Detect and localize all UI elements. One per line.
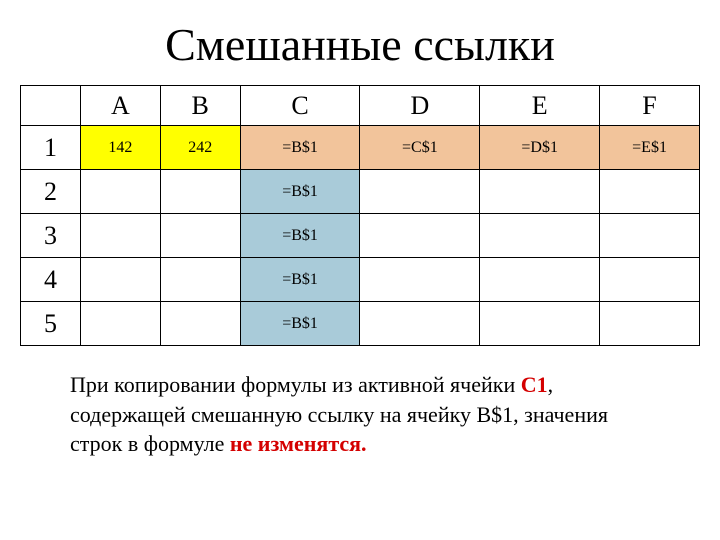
caption-highlight-cell: С1 <box>521 372 548 397</box>
cell-c1: =B$1 <box>240 126 360 170</box>
caption-text: При копировании формулы из активной ячей… <box>70 370 670 459</box>
caption-line-1c: , <box>548 372 554 397</box>
cell-d4 <box>360 258 480 302</box>
cell-f2 <box>600 170 700 214</box>
cell-f4 <box>600 258 700 302</box>
spreadsheet-table: A B C D E F 1 142 242 =B$1 =C$1 =D$1 =E$… <box>20 85 700 346</box>
cell-b1: 242 <box>160 126 240 170</box>
cell-a2 <box>80 170 160 214</box>
cell-a4 <box>80 258 160 302</box>
cell-e1: =D$1 <box>480 126 600 170</box>
cell-a3 <box>80 214 160 258</box>
cell-e3 <box>480 214 600 258</box>
cell-a5 <box>80 302 160 346</box>
row-label-2: 2 <box>21 170 81 214</box>
page-title: Смешанные ссылки <box>20 18 700 71</box>
col-header-b: B <box>160 86 240 126</box>
slide: Смешанные ссылки A B C D E F 1 142 242 =… <box>0 0 720 540</box>
col-header-corner <box>21 86 81 126</box>
row-label-1: 1 <box>21 126 81 170</box>
cell-b4 <box>160 258 240 302</box>
cell-e5 <box>480 302 600 346</box>
cell-c3: =B$1 <box>240 214 360 258</box>
row-label-3: 3 <box>21 214 81 258</box>
cell-e2 <box>480 170 600 214</box>
col-header-f: F <box>600 86 700 126</box>
cell-c2: =B$1 <box>240 170 360 214</box>
table-row: 4 =B$1 <box>21 258 700 302</box>
table-row: 3 =B$1 <box>21 214 700 258</box>
col-header-c: C <box>240 86 360 126</box>
cell-f3 <box>600 214 700 258</box>
cell-e4 <box>480 258 600 302</box>
col-header-e: E <box>480 86 600 126</box>
cell-d3 <box>360 214 480 258</box>
caption-line-1a: При копировании формулы из активной ячей… <box>70 372 521 397</box>
col-header-d: D <box>360 86 480 126</box>
cell-d1: =C$1 <box>360 126 480 170</box>
cell-d2 <box>360 170 480 214</box>
table-row: 1 142 242 =B$1 =C$1 =D$1 =E$1 <box>21 126 700 170</box>
cell-f5 <box>600 302 700 346</box>
caption-line-2: содержащей смешанную ссылку на ячейку B$… <box>70 402 608 427</box>
cell-b2 <box>160 170 240 214</box>
cell-b3 <box>160 214 240 258</box>
col-header-a: A <box>80 86 160 126</box>
row-label-4: 4 <box>21 258 81 302</box>
table-row: 5 =B$1 <box>21 302 700 346</box>
cell-d5 <box>360 302 480 346</box>
cell-a1: 142 <box>80 126 160 170</box>
cell-c4: =B$1 <box>240 258 360 302</box>
cell-c5: =B$1 <box>240 302 360 346</box>
table-row: 2 =B$1 <box>21 170 700 214</box>
cell-b5 <box>160 302 240 346</box>
table-header-row: A B C D E F <box>21 86 700 126</box>
caption-highlight-phrase: не изменятся. <box>230 431 367 456</box>
cell-f1: =E$1 <box>600 126 700 170</box>
row-label-5: 5 <box>21 302 81 346</box>
caption-line-3a: строк в формуле <box>70 431 230 456</box>
